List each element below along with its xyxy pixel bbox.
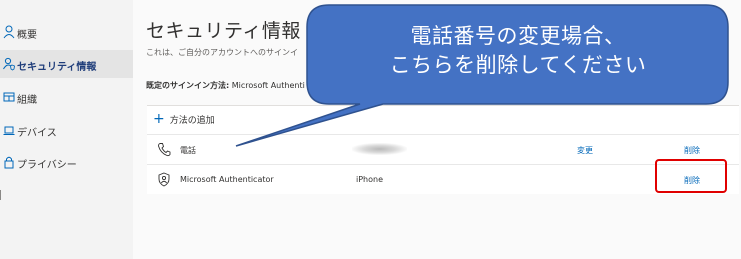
callout-line-1: 電話番号の変更場合、 (410, 24, 626, 48)
callout-text: 電話番号の変更場合、 こちらを削除してください (318, 22, 718, 80)
callout-line-2: こちらを削除してください (389, 53, 647, 77)
